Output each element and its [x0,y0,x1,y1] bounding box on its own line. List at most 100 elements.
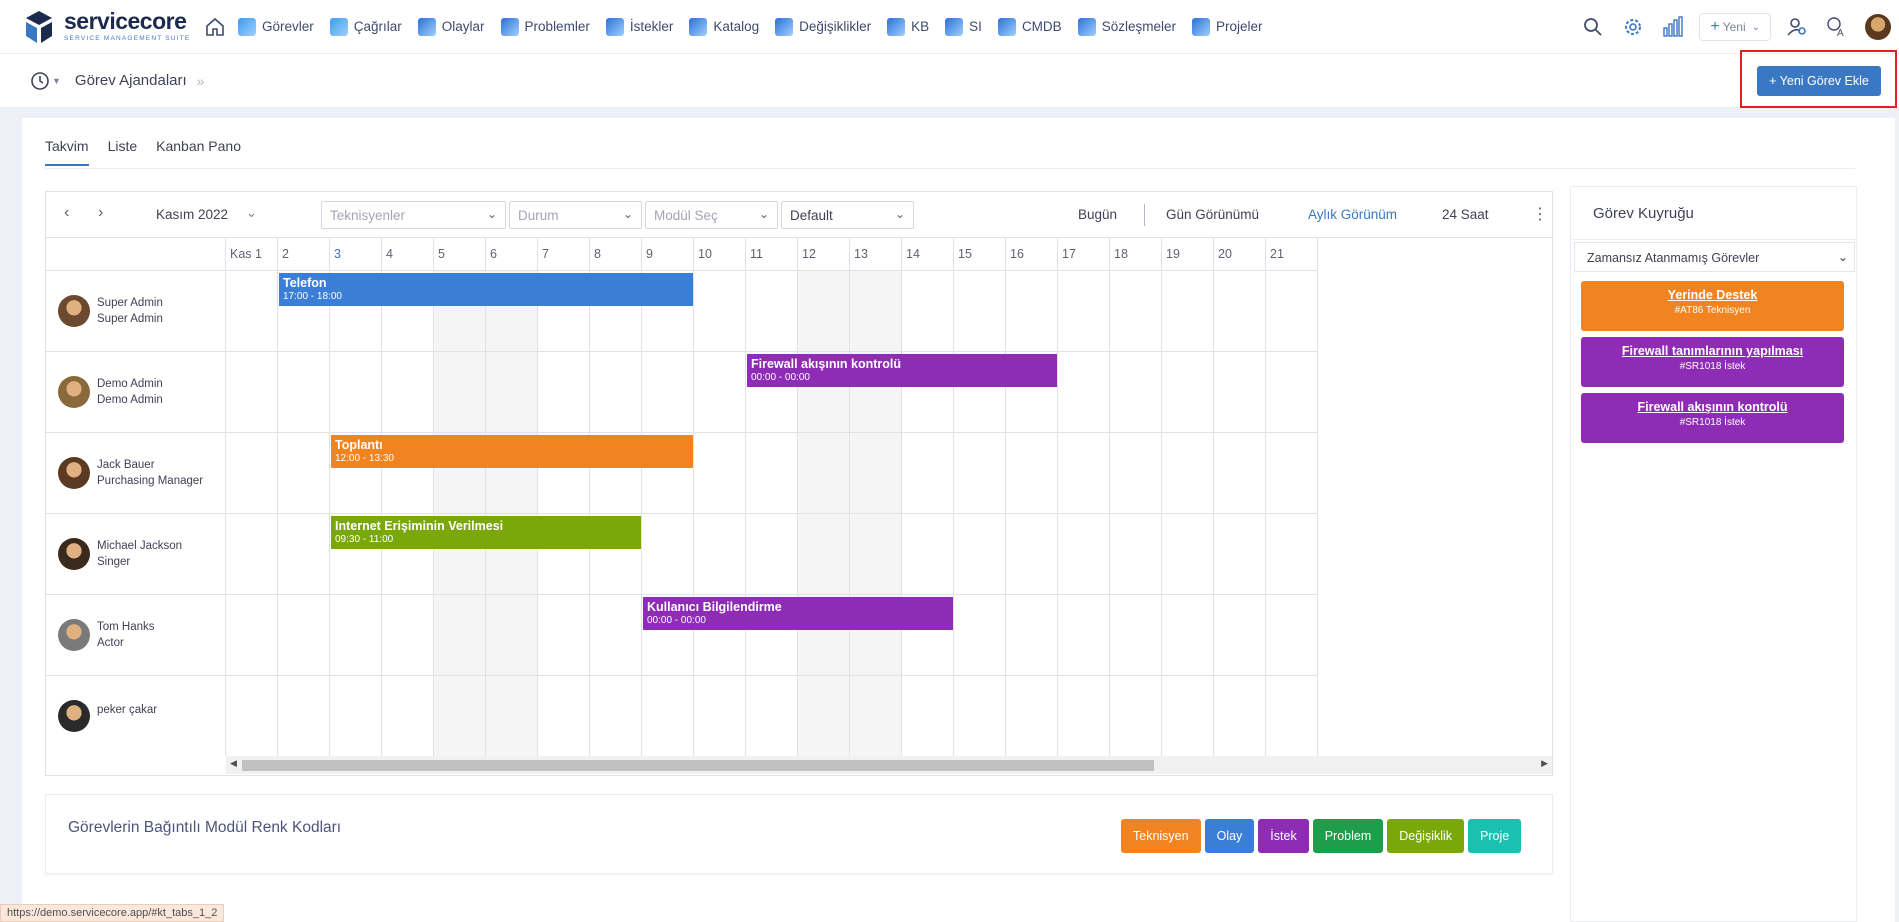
calendar-cell[interactable] [746,514,798,595]
legend-button[interactable]: Teknisyen [1121,819,1201,853]
calendar-cell[interactable] [694,676,746,756]
calendar-cell[interactable] [1006,433,1058,514]
legend-button[interactable]: Olay [1204,819,1255,853]
nav-item-3[interactable]: Problemler [500,17,590,36]
status-select[interactable]: Durum ⌄ [509,201,642,229]
calendar-cell[interactable] [278,352,330,433]
queue-filter-select[interactable]: Zamansız Atanmamış Görevler ⌄ [1574,242,1855,272]
nav-item-10[interactable]: Sözleşmeler [1077,17,1176,36]
calendar-cell[interactable] [1162,433,1214,514]
calendar-cell[interactable] [1214,676,1266,756]
calendar-cell[interactable] [642,676,694,756]
calendar-cell[interactable] [798,433,850,514]
nav-item-5[interactable]: Katalog [689,17,759,36]
queue-item[interactable]: Firewall tanımlarının yapılması #SR1018 İ… [1581,337,1844,387]
calendar-cell[interactable] [642,514,694,595]
calendar-cell[interactable] [954,514,1006,595]
calendar-cell[interactable] [1266,514,1318,595]
calendar-event[interactable]: Telefon 17:00 - 18:00 [279,273,693,306]
calendar-cell[interactable] [1110,514,1162,595]
nav-item-4[interactable]: İstekler [605,17,673,36]
calendar-cell[interactable] [1058,514,1110,595]
calendar-cell[interactable] [1266,433,1318,514]
calendar-cell[interactable] [1214,514,1266,595]
gear-icon[interactable] [1619,13,1647,41]
calendar-cell[interactable] [382,595,434,676]
calendar-cell[interactable] [798,271,850,352]
search-icon[interactable] [1579,13,1607,41]
nav-item-0[interactable]: Görevler [238,17,314,36]
calendar-cell[interactable] [330,595,382,676]
bar-chart-icon[interactable] [1659,13,1687,41]
calendar-event[interactable]: Internet Erişiminin Verilmesi 09:30 - 11:… [331,516,641,549]
calendar-cell[interactable] [850,514,902,595]
calendar-cell[interactable] [486,352,538,433]
user-avatar[interactable] [1865,14,1891,40]
calendar-cell[interactable] [1110,433,1162,514]
calendar-cell[interactable] [1058,433,1110,514]
new-dropdown[interactable]: + Yeni ⌄ [1699,13,1771,41]
calendar-cell[interactable] [226,676,278,756]
calendar-cell[interactable] [1006,271,1058,352]
calendar-cell[interactable] [798,514,850,595]
calendar-cell[interactable] [850,433,902,514]
calendar-event[interactable]: Kullanıcı Bilgilendirme 00:00 - 00:00 [643,597,953,630]
calendar-cell[interactable] [278,676,330,756]
calendar-event[interactable]: Firewall akışının kontrolü 00:00 - 00:00 [747,354,1057,387]
month-view-link[interactable]: Aylık Görünüm [1308,207,1397,222]
queue-item[interactable]: Yerinde Destek #AT86 Teknisyen [1581,281,1844,331]
tab-liste[interactable]: Liste [108,138,138,166]
calendar-cell[interactable] [1214,271,1266,352]
calendar-cell[interactable] [746,433,798,514]
calendar-cell[interactable] [1162,676,1214,756]
calendar-cell[interactable] [902,676,954,756]
calendar-cell[interactable] [746,676,798,756]
calendar-event[interactable]: Toplantı 12:00 - 13:30 [331,435,693,468]
calendar-cell[interactable] [330,676,382,756]
calendar-cell[interactable] [1110,595,1162,676]
calendar-cell[interactable] [1058,676,1110,756]
nav-item-9[interactable]: CMDB [997,17,1062,36]
hours-link[interactable]: 24 Saat [1442,207,1489,222]
scrollbar-thumb[interactable] [242,760,1154,771]
calendar-cell[interactable] [1110,352,1162,433]
view-select[interactable]: Default ⌄ [781,201,914,229]
legend-button[interactable]: İstek [1258,819,1309,853]
calendar-cell[interactable] [330,352,382,433]
clock-icon[interactable] [30,71,50,91]
calendar-cell[interactable] [954,676,1006,756]
calendar-cell[interactable] [694,514,746,595]
calendar-cell[interactable] [1214,595,1266,676]
nav-item-2[interactable]: Olaylar [417,17,485,36]
next-arrow-icon[interactable]: › [98,204,103,222]
language-icon[interactable]: A [1823,13,1851,41]
calendar-cell[interactable] [590,595,642,676]
calendar-cell[interactable] [434,595,486,676]
calendar-cell[interactable] [226,433,278,514]
calendar-cell[interactable] [538,676,590,756]
calendar-cell[interactable] [902,271,954,352]
calendar-cell[interactable] [434,676,486,756]
calendar-cell[interactable] [1058,595,1110,676]
calendar-cell[interactable] [1110,271,1162,352]
queue-item-title[interactable]: Yerinde Destek [1581,288,1844,303]
calendar-cell[interactable] [1214,352,1266,433]
home-icon[interactable] [204,16,226,38]
calendar-cell[interactable] [850,676,902,756]
calendar-cell[interactable] [746,271,798,352]
queue-item-title[interactable]: Firewall tanımlarının yapılması [1581,344,1844,359]
tab-kanban[interactable]: Kanban Pano [156,138,241,166]
calendar-cell[interactable] [486,676,538,756]
chevron-down-icon[interactable]: ▼ [52,76,61,86]
calendar-cell[interactable] [226,514,278,595]
calendar-cell[interactable] [642,352,694,433]
calendar-cell[interactable] [954,271,1006,352]
nav-item-6[interactable]: Değişiklikler [775,17,871,36]
nav-item-7[interactable]: KB [887,17,929,36]
scroll-left-icon[interactable]: ◀ [230,758,237,769]
calendar-cell[interactable] [486,595,538,676]
calendar-cell[interactable] [278,514,330,595]
calendar-cell[interactable] [1162,352,1214,433]
calendar-cell[interactable] [434,352,486,433]
calendar-cell[interactable] [902,514,954,595]
